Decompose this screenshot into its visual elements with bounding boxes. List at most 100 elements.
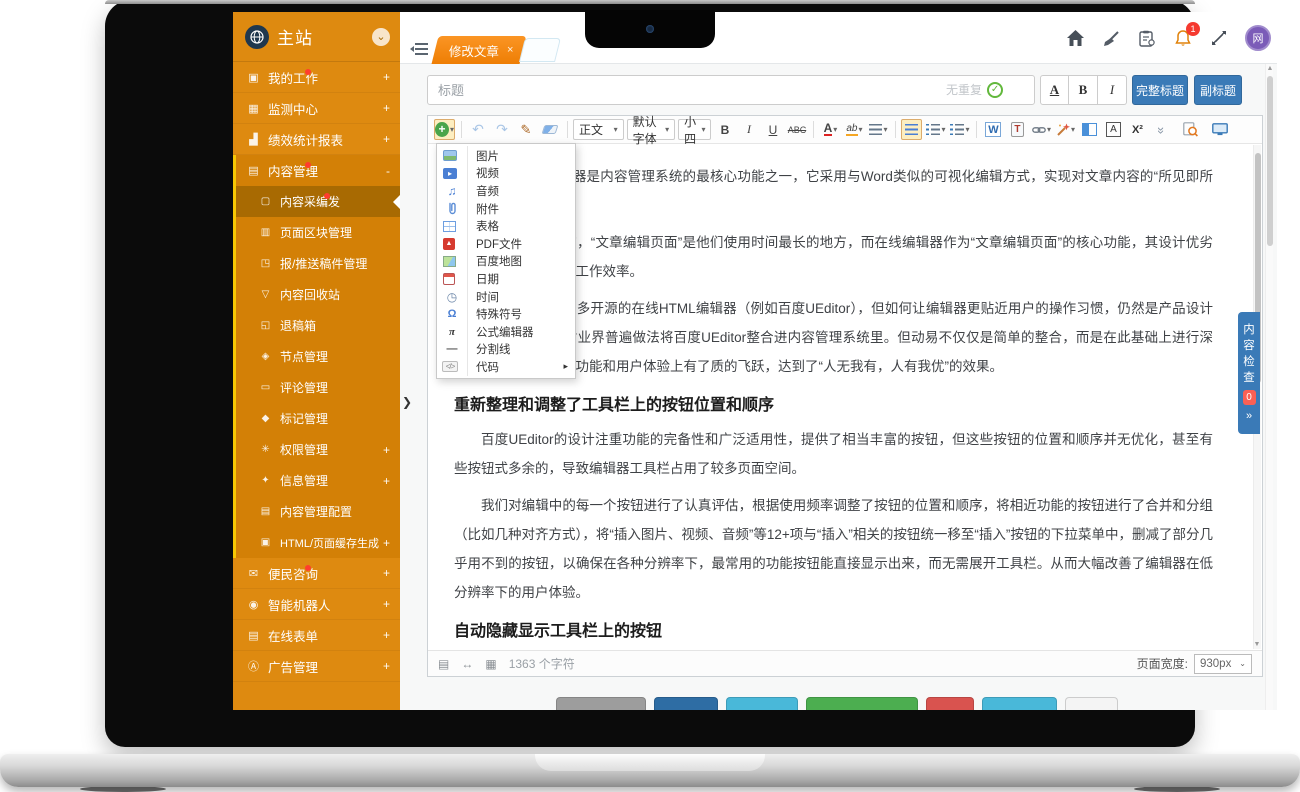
italic-button[interactable]: I — [738, 119, 759, 140]
link-button[interactable]: ▾ — [1031, 119, 1052, 140]
sidebar-item-online-form[interactable]: ▤ 在线表单 + — [233, 620, 400, 651]
menu-item-video[interactable]: ▸视频 — [437, 165, 575, 183]
action-button-gray[interactable] — [556, 697, 646, 710]
menu-item-attachment[interactable]: 附件 — [437, 200, 575, 218]
bold-button[interactable]: B — [714, 119, 735, 140]
width-toggle-icon[interactable]: ↔ — [461, 657, 473, 671]
sidebar-item-tag-management[interactable]: ◆ 标记管理 — [236, 403, 400, 434]
grid-toggle-icon[interactable]: ▦ — [485, 657, 496, 671]
sidebar-item-page-block[interactable]: ▥ 页面区块管理 — [236, 217, 400, 248]
sidebar-item-citizen-consult[interactable]: ✉ 便民咨询 + — [233, 558, 400, 589]
font-family-select[interactable]: 默认字体 ▾ — [627, 119, 676, 140]
content-check-tab[interactable]: 内 容 检 查 0 » — [1238, 312, 1260, 434]
sidebar-item-rejected-box[interactable]: ◱ 退稿箱 — [236, 310, 400, 341]
sidebar-header[interactable]: 主站 ⌄ — [233, 12, 400, 62]
chevron-down-icon[interactable]: ⌄ — [372, 28, 390, 46]
menu-item-formula-editor[interactable]: π公式编辑器 — [437, 323, 575, 341]
char-border-button[interactable]: A — [1103, 119, 1124, 140]
word-import-button[interactable]: W — [983, 119, 1004, 140]
strikethrough-button[interactable]: ABC — [786, 119, 807, 140]
action-button-darkblue[interactable] — [654, 697, 718, 710]
notification-bell-icon[interactable]: 1 — [1173, 28, 1193, 48]
underline-button[interactable]: U — [762, 119, 783, 140]
action-button-lightblue2[interactable] — [982, 697, 1057, 710]
sidebar-item-my-work[interactable]: ▣ 我的工作 + — [233, 62, 400, 93]
editor-paragraph[interactable]: 我们对编辑中的每一个按钮进行了认真评估，根据使用频率调整了按钮的位置和顺序，将相… — [454, 491, 1213, 607]
menu-item-baidu-map[interactable]: 百度地图 — [437, 253, 575, 271]
menu-item-pdf[interactable]: ▲PDF文件 — [437, 235, 575, 253]
page-width-select[interactable]: 930px ⌄ — [1194, 654, 1252, 674]
element-path-icon[interactable]: ▤ — [438, 657, 449, 671]
article-title-input[interactable] — [427, 75, 1035, 105]
sidebar-item-html-cache[interactable]: ▣ HTML/页面缓存生成 + — [236, 527, 400, 558]
sidebar-item-info-management[interactable]: ✦ 信息管理 + — [236, 465, 400, 496]
sidebar-item-monitor-center[interactable]: ▦ 监测中心 + — [233, 93, 400, 124]
sidebar-item-content-editing[interactable]: ▢ 内容采编发 — [236, 186, 400, 217]
sidebar-item-comment-management[interactable]: ▭ 评论管理 — [236, 372, 400, 403]
action-button-green[interactable] — [806, 697, 918, 710]
menu-item-divider-line[interactable]: —分割线 — [437, 341, 575, 359]
action-button-lightblue[interactable] — [726, 697, 798, 710]
menu-item-time[interactable]: ◷时间 — [437, 288, 575, 306]
close-icon[interactable]: × — [507, 44, 513, 56]
redo-button[interactable]: ↷ — [492, 119, 513, 140]
align-button[interactable]: ▾ — [868, 119, 889, 140]
title-bold-button[interactable]: B — [1069, 75, 1098, 105]
paragraph-style-select[interactable]: 正文 ▾ — [573, 119, 624, 140]
sub-title-button[interactable]: 副标题 — [1194, 75, 1242, 105]
font-color-button[interactable]: A▾ — [820, 119, 841, 140]
fullscreen-editor-button[interactable] — [1209, 119, 1230, 140]
toggle-sidebar-icon[interactable] — [410, 42, 428, 56]
sidebar-collapse-handle[interactable]: ❯ — [402, 395, 412, 409]
fullscreen-expand-icon[interactable] — [1209, 28, 1229, 48]
sidebar-item-performance-report[interactable]: ▟ 绩效统计报表 + — [233, 124, 400, 155]
format-painter-button[interactable]: ✎ — [516, 119, 537, 140]
menu-item-special-symbol[interactable]: Ω特殊符号 — [437, 305, 575, 323]
editor-paragraph[interactable]: 百度UEditor的设计注重功能的完备性和广泛适用性，提供了相当丰富的按钮，但这… — [454, 425, 1213, 483]
sidebar-item-content-management[interactable]: ▤ 内容管理 - — [236, 155, 400, 186]
sidebar-item-content-config[interactable]: ▤ 内容管理配置 — [236, 496, 400, 527]
sidebar-item-recycle-bin[interactable]: ▽ 内容回收站 — [236, 279, 400, 310]
tab-edit-article[interactable]: 修改文章 × — [432, 36, 527, 64]
columns-layout-button[interactable] — [1079, 119, 1100, 140]
sidebar-item-push-manuscript[interactable]: ◳ 报/推送稿件管理 — [236, 248, 400, 279]
full-title-button[interactable]: 完整标题 — [1132, 75, 1188, 105]
menu-item-date[interactable]: 日期 — [437, 270, 575, 288]
clean-broom-icon[interactable] — [1101, 28, 1121, 48]
home-icon[interactable] — [1065, 28, 1085, 48]
menu-item-table[interactable]: 表格 — [437, 217, 575, 235]
action-button-white[interactable] — [1065, 697, 1118, 710]
editor-heading[interactable]: 自动隐藏显示工具栏上的按钮 — [454, 621, 1213, 643]
editor-heading[interactable]: 重新整理和调整了工具栏上的按钮位置和顺序 — [454, 395, 1213, 417]
unordered-list-button[interactable]: ▾ — [949, 119, 970, 140]
highlight-color-button[interactable]: ab▾ — [844, 119, 865, 140]
title-underline-button[interactable]: A — [1040, 75, 1069, 105]
sidebar-item-permission-management[interactable]: ✳ 权限管理 + — [236, 434, 400, 465]
scrollbar-up-arrow[interactable]: ▲ — [1266, 65, 1274, 72]
preview-button[interactable] — [1180, 119, 1201, 140]
sidebar-item-ad-management[interactable]: Ⓐ 广告管理 + — [233, 651, 400, 682]
scrollbar-thumb[interactable] — [1267, 76, 1273, 246]
user-avatar[interactable]: 网 — [1245, 25, 1271, 51]
insert-dropdown-button[interactable]: + ▾ — [434, 119, 455, 140]
page-scrollbar[interactable]: ▲ — [1265, 64, 1273, 710]
eraser-button[interactable] — [540, 119, 561, 140]
first-line-indent-button[interactable] — [901, 119, 922, 140]
menu-item-code[interactable]: </>代码▸ — [437, 358, 575, 376]
magic-wand-button[interactable]: ▾ — [1055, 119, 1076, 140]
font-size-select[interactable]: 小四 ▾ — [678, 119, 711, 140]
title-italic-button[interactable]: I — [1098, 75, 1127, 105]
menu-item-audio[interactable]: ♫音频 — [437, 182, 575, 200]
action-button-red[interactable] — [926, 697, 974, 710]
menu-item-image[interactable]: 图片 — [437, 147, 575, 165]
more-tools-button[interactable]: » — [1151, 119, 1172, 140]
sidebar-item-smart-robot[interactable]: ◉ 智能机器人 + — [233, 589, 400, 620]
paste-plain-text-button[interactable]: T — [1007, 119, 1028, 140]
audit-clipboard-icon[interactable] — [1137, 28, 1157, 48]
scrollbar-down-arrow[interactable]: ▼ — [1253, 641, 1261, 648]
paperclip-icon — [444, 202, 460, 215]
ordered-list-button[interactable]: ▾ — [925, 119, 946, 140]
sidebar-item-node-management[interactable]: ◈ 节点管理 — [236, 341, 400, 372]
superscript-button[interactable]: X² — [1127, 119, 1148, 140]
undo-button[interactable]: ↶ — [468, 119, 489, 140]
